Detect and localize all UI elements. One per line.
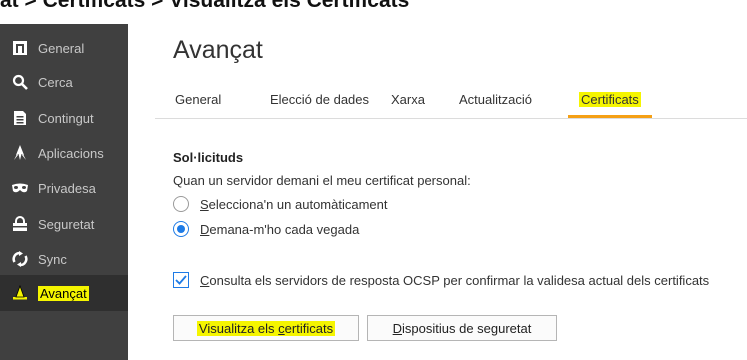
breadcrumb: at > Certificats > Visualitza els Certif… — [0, 0, 747, 11]
accesskey-letter: C — [200, 272, 210, 288]
button-label: Dispositius de seguretat — [393, 321, 532, 336]
mask-icon — [11, 179, 29, 197]
wizard-hat-icon — [11, 284, 29, 302]
sidebar-item-sync[interactable]: Sync — [0, 241, 128, 277]
radio-label-text: emana-m'ho cada vegada — [209, 221, 360, 237]
tab-label: Elecció de dades — [270, 92, 370, 107]
tab-eleccio-de-dades[interactable]: Elecció de dades — [259, 84, 380, 116]
radio-label-text: elecciona'n un automàticament — [208, 196, 388, 212]
sync-icon — [11, 250, 29, 268]
radio-button[interactable] — [173, 221, 189, 237]
section-title: Sol·licituds — [173, 150, 244, 165]
ocsp-checkbox-row[interactable]: Consulta els servidors de resposta OCSP … — [173, 272, 709, 288]
sidebar-item-avancat[interactable]: Avançat — [0, 275, 128, 311]
sidebar-item-seguretat[interactable]: Seguretat — [0, 206, 128, 242]
sidebar-item-label: Sync — [38, 251, 67, 267]
tab-general[interactable]: General — [164, 84, 232, 116]
checkmark-icon — [175, 275, 187, 285]
tab-actualitzacio[interactable]: Actualització — [448, 84, 543, 116]
lock-icon — [11, 215, 29, 233]
sidebar-item-label: General — [38, 40, 85, 56]
tab-label: Actualització — [459, 92, 532, 107]
rocket-icon — [11, 144, 29, 162]
accesskey-letter: S — [200, 196, 209, 212]
search-icon — [11, 73, 29, 91]
radio-auto-select[interactable]: Selecciona'n un automàticament — [173, 196, 388, 212]
general-icon — [11, 39, 29, 57]
checkbox-label: Consulta els servidors de resposta OCSP … — [200, 273, 709, 288]
tab-xarxa[interactable]: Xarxa — [380, 84, 436, 116]
sidebar-item-aplicacions[interactable]: Aplicacions — [0, 135, 128, 171]
radio-button[interactable] — [173, 196, 189, 212]
sidebar-item-cerca[interactable]: Cerca — [0, 64, 128, 100]
sidebar-item-label: Seguretat — [38, 216, 95, 232]
button-label: Visualitza els certificats — [196, 320, 336, 336]
button-label-part: ertificats — [284, 320, 334, 336]
accesskey-letter: D — [200, 221, 210, 237]
button-label-part: Visualitza els — [198, 320, 279, 336]
tab-label: Xarxa — [391, 92, 425, 107]
sidebar-item-label: Privadesa — [38, 180, 96, 196]
tab-label: General — [175, 92, 222, 107]
sidebar-item-contingut[interactable]: Contingut — [0, 100, 128, 136]
sidebar-item-privadesa[interactable]: Privadesa — [0, 170, 128, 206]
radio-ask-every-time[interactable]: Demana-m'ho cada vegada — [173, 221, 359, 237]
checkbox-label-text: onsulta els servidors de resposta OCSP p… — [209, 272, 710, 288]
tab-bar: General Elecció de dades Xarxa Actualitz… — [155, 84, 747, 119]
sidebar-item-label: Aplicacions — [38, 145, 104, 161]
document-icon — [11, 109, 29, 127]
view-certificates-button[interactable]: Visualitza els certificats — [173, 315, 359, 341]
radio-label: Demana-m'ho cada vegada — [200, 222, 359, 237]
sidebar-item-label: Cerca — [38, 74, 73, 90]
ocsp-checkbox[interactable] — [173, 272, 189, 288]
radio-label: Selecciona'n un automàticament — [200, 197, 388, 212]
accesskey-letter: D — [392, 320, 403, 336]
section-description: Quan un servidor demani el meu certifica… — [173, 173, 471, 188]
sidebar-item-general[interactable]: General — [0, 30, 128, 66]
tab-label: Certificats — [579, 92, 641, 107]
tab-certificats[interactable]: Certificats — [568, 84, 652, 118]
page-title: Avançat — [173, 36, 263, 64]
security-devices-button[interactable]: Dispositius de seguretat — [367, 315, 557, 341]
sidebar-item-label: Contingut — [38, 110, 94, 126]
sidebar-item-label: Avançat — [38, 285, 89, 301]
sidebar: General Cerca Contingut Aplicacions Priv… — [0, 24, 128, 360]
button-label-part: ispositius de seguretat — [402, 320, 532, 336]
